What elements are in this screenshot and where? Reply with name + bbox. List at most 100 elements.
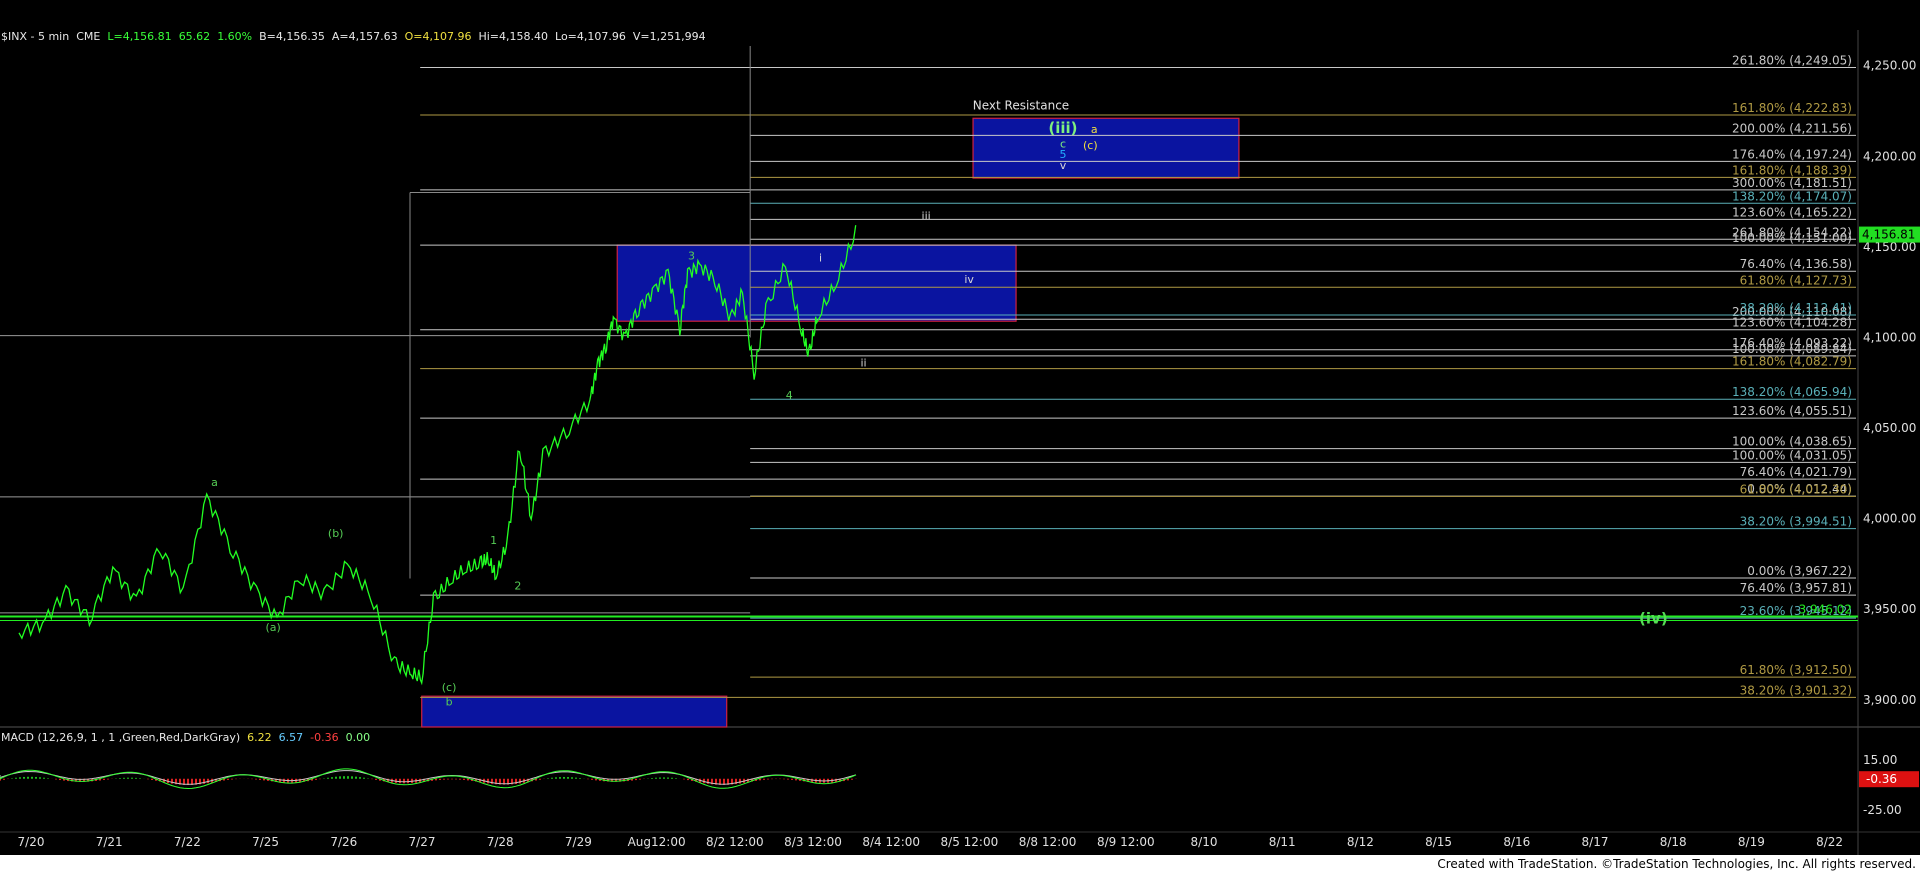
fib-levels: 261.80% (4,249.05)200.00% (4,211.56)176.… <box>0 46 1858 698</box>
time-axis: 7/20 7/21 7/22 7/25 7/26 7/27 7/28 7/29 Aug12:00… <box>18 835 1844 849</box>
date-tick: 8/10 <box>1191 835 1218 849</box>
fib-gold-label: 61.80% (4,127.73) <box>1740 273 1852 287</box>
fib-white-label: 100.00% (4,038.65) <box>1732 435 1852 449</box>
date-tick: 8/17 <box>1582 835 1609 849</box>
date-tick: 7/20 <box>18 835 45 849</box>
volume-value: V=1,251,994 <box>632 30 706 43</box>
date-tick: 7/28 <box>487 835 514 849</box>
wave-label: b <box>446 695 453 708</box>
wave-label: (a) <box>265 621 280 634</box>
fib-white-label: 123.60% (4,055.51) <box>1732 404 1852 418</box>
macd-value-3: -0.36 <box>310 731 339 744</box>
fib-white-label: 100.00% (4,031.05) <box>1732 448 1852 462</box>
price-tick: 4,200.00 <box>1863 149 1916 163</box>
wave-label: iii <box>922 210 931 223</box>
pct-value: 1.60% <box>217 30 253 43</box>
wave-label: (iv) <box>1639 610 1668 628</box>
wave-label: a <box>211 476 218 489</box>
fib-cyan-label: 138.20% (4,174.07) <box>1732 189 1852 203</box>
macd-panel: 15.00 -25.00 -0.36 <box>0 753 1919 817</box>
price-tick: 3,900.00 <box>1863 693 1916 707</box>
macd-value-1: 6.22 <box>247 731 272 744</box>
fib-gold-label: 161.80% (4,222.83) <box>1732 101 1852 115</box>
wave-label: 4 <box>786 389 793 402</box>
fib-white-label: 0.00% (3,967.22) <box>1747 564 1852 578</box>
fib-cyan-label: 38.20% (4,112.41) <box>1740 301 1852 315</box>
low-value: Lo=4,107.96 <box>555 30 626 43</box>
wave-label: v <box>1060 159 1067 172</box>
exchange-label: CME <box>76 30 101 43</box>
last-value: L=4,156.81 <box>107 30 172 43</box>
date-tick: 7/29 <box>565 835 592 849</box>
wave-label: iv <box>964 273 974 286</box>
fib-white-label: 123.60% (4,104.28) <box>1732 316 1852 330</box>
date-tick: 8/15 <box>1425 835 1452 849</box>
fib-gold-label: 61.80% (3,912.50) <box>1740 663 1852 677</box>
macd-last-label: -0.36 <box>1866 772 1897 786</box>
bid-value: B=4,156.35 <box>259 30 325 43</box>
date-tick: 8/3 12:00 <box>784 835 842 849</box>
fib-white-label: 76.40% (3,957.81) <box>1740 581 1852 595</box>
date-tick: 7/21 <box>96 835 123 849</box>
header-bar: $INX - 5 min CME L=4,156.81 65.62 1.60% … <box>1 30 706 43</box>
macd-header: MACD (12,26,9, 1 , 1 ,Green,Red,DarkGray… <box>1 731 370 744</box>
symbol-label: $INX - 5 min <box>1 30 70 43</box>
wave-label: i <box>819 251 822 264</box>
fib-gold-label: 161.80% (4,188.39) <box>1732 163 1852 177</box>
wave-label: 3 <box>688 250 695 263</box>
fib-white-label: 100.00% (4,151.00) <box>1732 231 1852 245</box>
resistance-label: Next Resistance <box>973 98 1069 112</box>
wave-label: ii <box>860 356 866 369</box>
wave-label: (iii) <box>1048 119 1077 137</box>
price-axis: 4,250.004,200.004,150.004,100.004,050.00… <box>1859 59 1920 707</box>
date-tick: 8/8 12:00 <box>1019 835 1077 849</box>
high-value: Hi=4,158.40 <box>478 30 549 43</box>
date-tick: 7/27 <box>409 835 436 849</box>
price-tick: 4,000.00 <box>1863 512 1916 526</box>
open-value: O=4,107.96 <box>404 30 472 43</box>
price-tick: 3,950.00 <box>1863 602 1916 616</box>
fib-white-label: 76.40% (4,021.79) <box>1740 465 1852 479</box>
change-value: 65.62 <box>178 30 211 43</box>
date-tick: 7/26 <box>330 835 357 849</box>
fib-cyan-label: 38.20% (3,994.51) <box>1740 515 1852 529</box>
date-tick: 8/11 <box>1269 835 1296 849</box>
last-price-label: 4,156.81 <box>1862 228 1915 242</box>
macd-tick: 15.00 <box>1863 753 1897 767</box>
price-tick: 4,100.00 <box>1863 330 1916 344</box>
ask-value: A=4,157.63 <box>331 30 398 43</box>
date-tick: 8/18 <box>1660 835 1687 849</box>
credit-text: Created with TradeStation. ©TradeStation… <box>1437 857 1916 871</box>
fib-white-label: 176.40% (4,197.24) <box>1732 147 1852 161</box>
macd-tick: -25.00 <box>1863 803 1902 817</box>
support-box <box>421 695 728 728</box>
date-tick: 8/16 <box>1503 835 1530 849</box>
macd-title: MACD (12,26,9, 1 , 1 ,Green,Red,DarkGray… <box>1 731 241 744</box>
wave-label: 1 <box>490 534 497 547</box>
fib-white-label: 200.00% (4,211.56) <box>1732 121 1852 135</box>
price-tick: 4,050.00 <box>1863 421 1916 435</box>
price-tick: 4,250.00 <box>1863 59 1916 73</box>
target-boxes <box>421 117 1240 728</box>
fib-white-label: 76.40% (4,136.58) <box>1740 257 1852 271</box>
macd-value-2: 6.57 <box>278 731 304 744</box>
date-tick: 8/5 12:00 <box>941 835 999 849</box>
date-tick: 8/4 12:00 <box>862 835 920 849</box>
date-tick: 8/19 <box>1738 835 1765 849</box>
fib-cyan-label: 138.20% (4,065.94) <box>1732 385 1852 399</box>
fib-gold-label: 161.80% (4,082.79) <box>1732 355 1852 369</box>
date-tick: 8/9 12:00 <box>1097 835 1155 849</box>
fib-white-label: 123.60% (4,165.22) <box>1732 205 1852 219</box>
fib-gold-label: 38.20% (3,901.32) <box>1740 683 1852 697</box>
date-tick: 8/2 12:00 <box>706 835 764 849</box>
wave-label: 2 <box>514 579 521 592</box>
date-tick: 8/12 <box>1347 835 1374 849</box>
support-label: 3,946.02 <box>1799 602 1852 616</box>
fib-white-label: 300.00% (4,181.51) <box>1732 176 1852 190</box>
wave-label: (b) <box>328 527 344 540</box>
wave-label: (c) <box>1083 139 1098 152</box>
fib-white-label: 261.80% (4,249.05) <box>1732 53 1852 67</box>
wave-label: a <box>1091 123 1098 136</box>
date-tick: 7/22 <box>174 835 201 849</box>
date-tick: 8/22 <box>1816 835 1843 849</box>
